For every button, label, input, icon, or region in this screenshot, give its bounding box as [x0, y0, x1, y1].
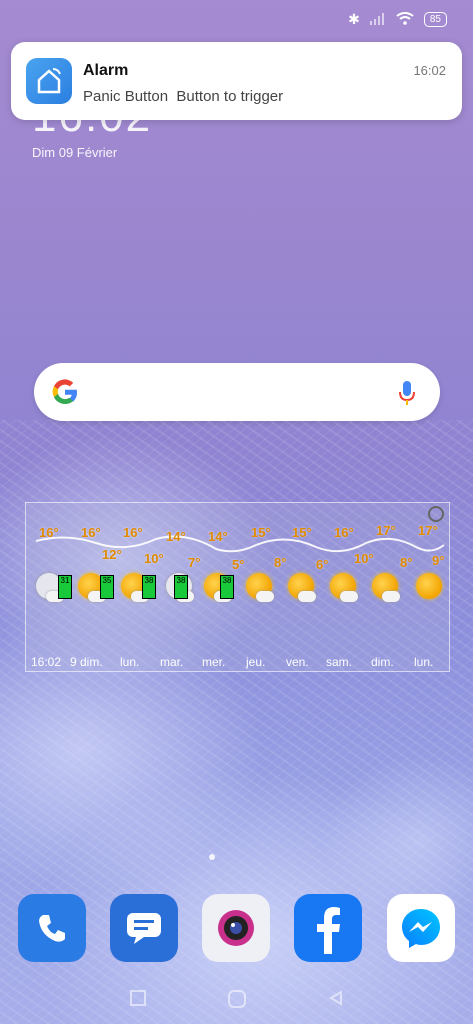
weather-high-temp: 15° — [292, 525, 312, 540]
air-quality-badge: 38 — [220, 575, 234, 599]
weather-low-temp: 10° — [144, 551, 164, 566]
weather-day-label: lun. — [414, 655, 434, 669]
home-nav-icon[interactable] — [228, 990, 246, 1013]
weather-high-temp: 17° — [376, 523, 396, 538]
sun-cloud-icon — [416, 573, 442, 599]
weather-high-temp: 16° — [81, 525, 101, 540]
weather-low-temp: 7° — [188, 555, 201, 570]
phone-icon — [39, 915, 65, 942]
bluetooth-icon: ✱ — [348, 11, 360, 27]
smart-home-icon — [26, 58, 72, 104]
messenger-icon — [402, 909, 440, 948]
air-quality-badge: 38 — [142, 575, 156, 599]
weather-high-temp: 14° — [208, 529, 228, 544]
microphone-icon[interactable] — [398, 379, 416, 407]
messenger-app[interactable] — [387, 894, 455, 962]
cloud-icon — [298, 591, 316, 602]
facebook-app[interactable] — [294, 894, 362, 962]
camera-icon — [218, 910, 254, 946]
weather-day-label: mer. — [202, 655, 226, 669]
camera-app[interactable] — [202, 894, 270, 962]
air-quality-badge: 35 — [100, 575, 114, 599]
weather-day-label: sam. — [326, 655, 353, 669]
weather-high-temp: 16° — [123, 525, 143, 540]
weather-low-temp: 5° — [232, 557, 245, 572]
weather-day-label: 9 dim. — [70, 655, 103, 669]
weather-low-temp: 9° — [432, 553, 445, 568]
weather-low-temp: 10° — [354, 551, 374, 566]
page-indicator — [209, 854, 215, 860]
notification-title: Alarm — [83, 62, 129, 79]
lockscreen-date: Dim 09 Février — [32, 145, 118, 160]
wifi-icon — [396, 11, 414, 28]
back-nav-icon[interactable] — [328, 990, 344, 1011]
weather-high-temp: 15° — [251, 525, 271, 540]
battery-indicator: 85 — [423, 12, 447, 27]
cloud-icon — [340, 591, 358, 602]
weather-day-label: dim. — [371, 655, 394, 669]
weather-low-temp: 12° — [102, 547, 122, 562]
google-search-bar[interactable] — [34, 363, 440, 421]
air-quality-badge: 31 — [58, 575, 72, 599]
notification-time: 16:02 — [413, 63, 446, 78]
cloud-icon — [256, 591, 274, 602]
menu-nav-icon[interactable] — [130, 990, 146, 1011]
weather-high-temp: 14° — [166, 529, 186, 544]
cloud-icon — [382, 591, 400, 602]
notification-body: Panic Button Button to trigger — [83, 88, 284, 105]
weather-high-temp: 17° — [418, 523, 438, 538]
weather-low-temp: 8° — [274, 555, 287, 570]
weather-low-temp: 6° — [316, 557, 329, 572]
weather-day-label: jeu. — [246, 655, 266, 669]
message-icon — [127, 913, 161, 944]
weather-high-temp: 16° — [334, 525, 354, 540]
status-bar: ✱ 85 — [0, 0, 473, 40]
weather-day-label: ven. — [286, 655, 309, 669]
facebook-icon — [317, 907, 340, 954]
signal-icon — [369, 12, 386, 28]
weather-day-label: 16:02 — [31, 655, 62, 669]
phone-app[interactable] — [18, 894, 86, 962]
navigation-bar — [0, 984, 473, 1014]
weather-day-label: mar. — [160, 655, 184, 669]
weather-high-temp: 16° — [39, 525, 59, 540]
weather-low-temp: 8° — [400, 555, 413, 570]
google-icon — [52, 379, 78, 405]
messages-app[interactable] — [110, 894, 178, 962]
weather-day-label: lun. — [120, 655, 140, 669]
weather-widget[interactable]: 16° 16° 16° 14° 14° 15° 15° 16° 17° 17° 12° 10° 7° 5… — [25, 502, 450, 672]
air-quality-badge: 38 — [174, 575, 188, 599]
notification-card[interactable]: Alarm Panic Button Button to trigger 16:… — [11, 42, 462, 120]
